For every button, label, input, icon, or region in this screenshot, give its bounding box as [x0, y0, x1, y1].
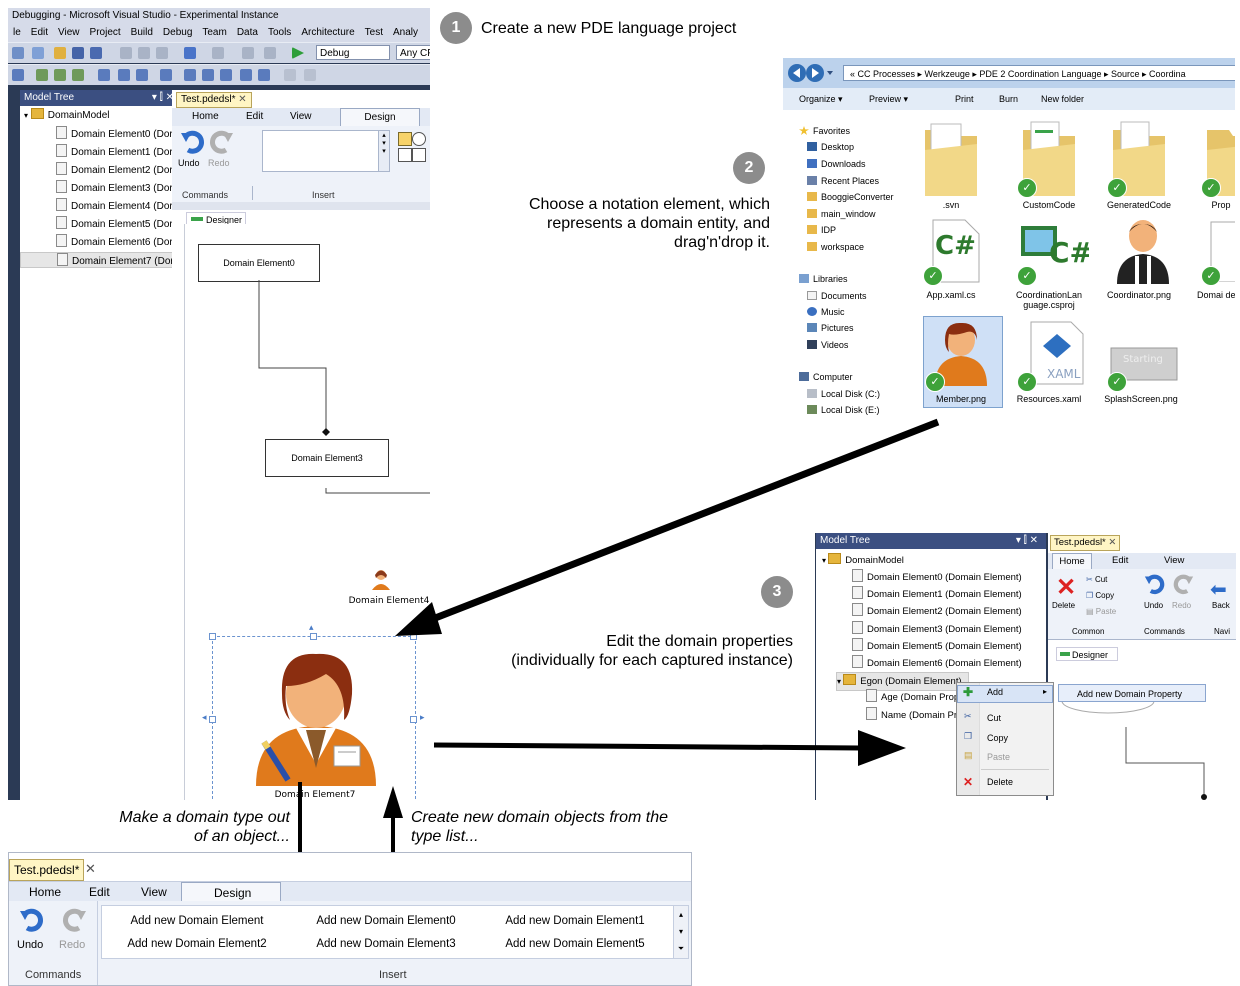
tab-edit[interactable]: Edit — [89, 885, 110, 899]
redo-icon[interactable] — [61, 907, 87, 935]
caption-line: type list... — [411, 828, 479, 845]
add-new-domain-element3-button[interactable]: Add new Domain Element3 — [294, 934, 478, 954]
drag-drop-arrow — [395, 418, 940, 636]
commands-group-label: Commands — [25, 969, 82, 981]
make-type-caption: Make a domain type out of an object... — [40, 808, 290, 846]
add-new-domain-element1-button[interactable]: Add new Domain Element1 — [483, 911, 667, 931]
add-new-domain-element5-button[interactable]: Add new Domain Element5 — [483, 934, 667, 954]
undo-icon[interactable] — [19, 907, 45, 935]
caption-line: Create new domain objects from the — [411, 809, 669, 826]
caption-line: Make a domain type out — [119, 809, 290, 826]
redo-label[interactable]: Redo — [59, 939, 85, 951]
scroll-down-icon[interactable]: ▾ — [674, 923, 688, 940]
add-new-domain-element-button[interactable]: Add new Domain Element — [105, 911, 289, 931]
add-new-domain-element0-button[interactable]: Add new Domain Element0 — [294, 911, 478, 931]
create-objects-caption: Create new domain objects from the type … — [411, 808, 731, 846]
edit-properties-arrow — [433, 730, 906, 766]
tab-home[interactable]: Home — [29, 885, 61, 899]
gallery-scrollbar[interactable]: ▴ ▾ ⏷ — [673, 905, 689, 959]
caption-line: of an object... — [193, 828, 290, 845]
close-icon[interactable]: ✕ — [85, 861, 96, 877]
document-tab-label: Test.pdedsl* — [14, 863, 80, 877]
ribbon-body: Undo Redo Commands Add new Domain Elemen… — [9, 901, 691, 985]
ribbon-tabs: Home Edit View Design — [9, 881, 691, 902]
group-divider — [97, 901, 98, 985]
scroll-up-icon[interactable]: ▴ — [674, 906, 688, 923]
gallery-expand-icon[interactable]: ⏷ — [674, 940, 688, 957]
tab-design-label: Design — [214, 886, 252, 900]
insert-group-label: Insert — [379, 969, 407, 981]
document-tab[interactable]: Test.pdedsl* — [9, 859, 85, 881]
tab-view[interactable]: View — [141, 885, 167, 899]
tab-design[interactable]: Design — [181, 882, 281, 902]
add-new-domain-element2-button[interactable]: Add new Domain Element2 — [105, 934, 289, 954]
undo-label[interactable]: Undo — [17, 939, 43, 951]
design-ribbon-screenshot: Test.pdedsl* ✕ Home Edit View Design Und… — [8, 852, 692, 986]
